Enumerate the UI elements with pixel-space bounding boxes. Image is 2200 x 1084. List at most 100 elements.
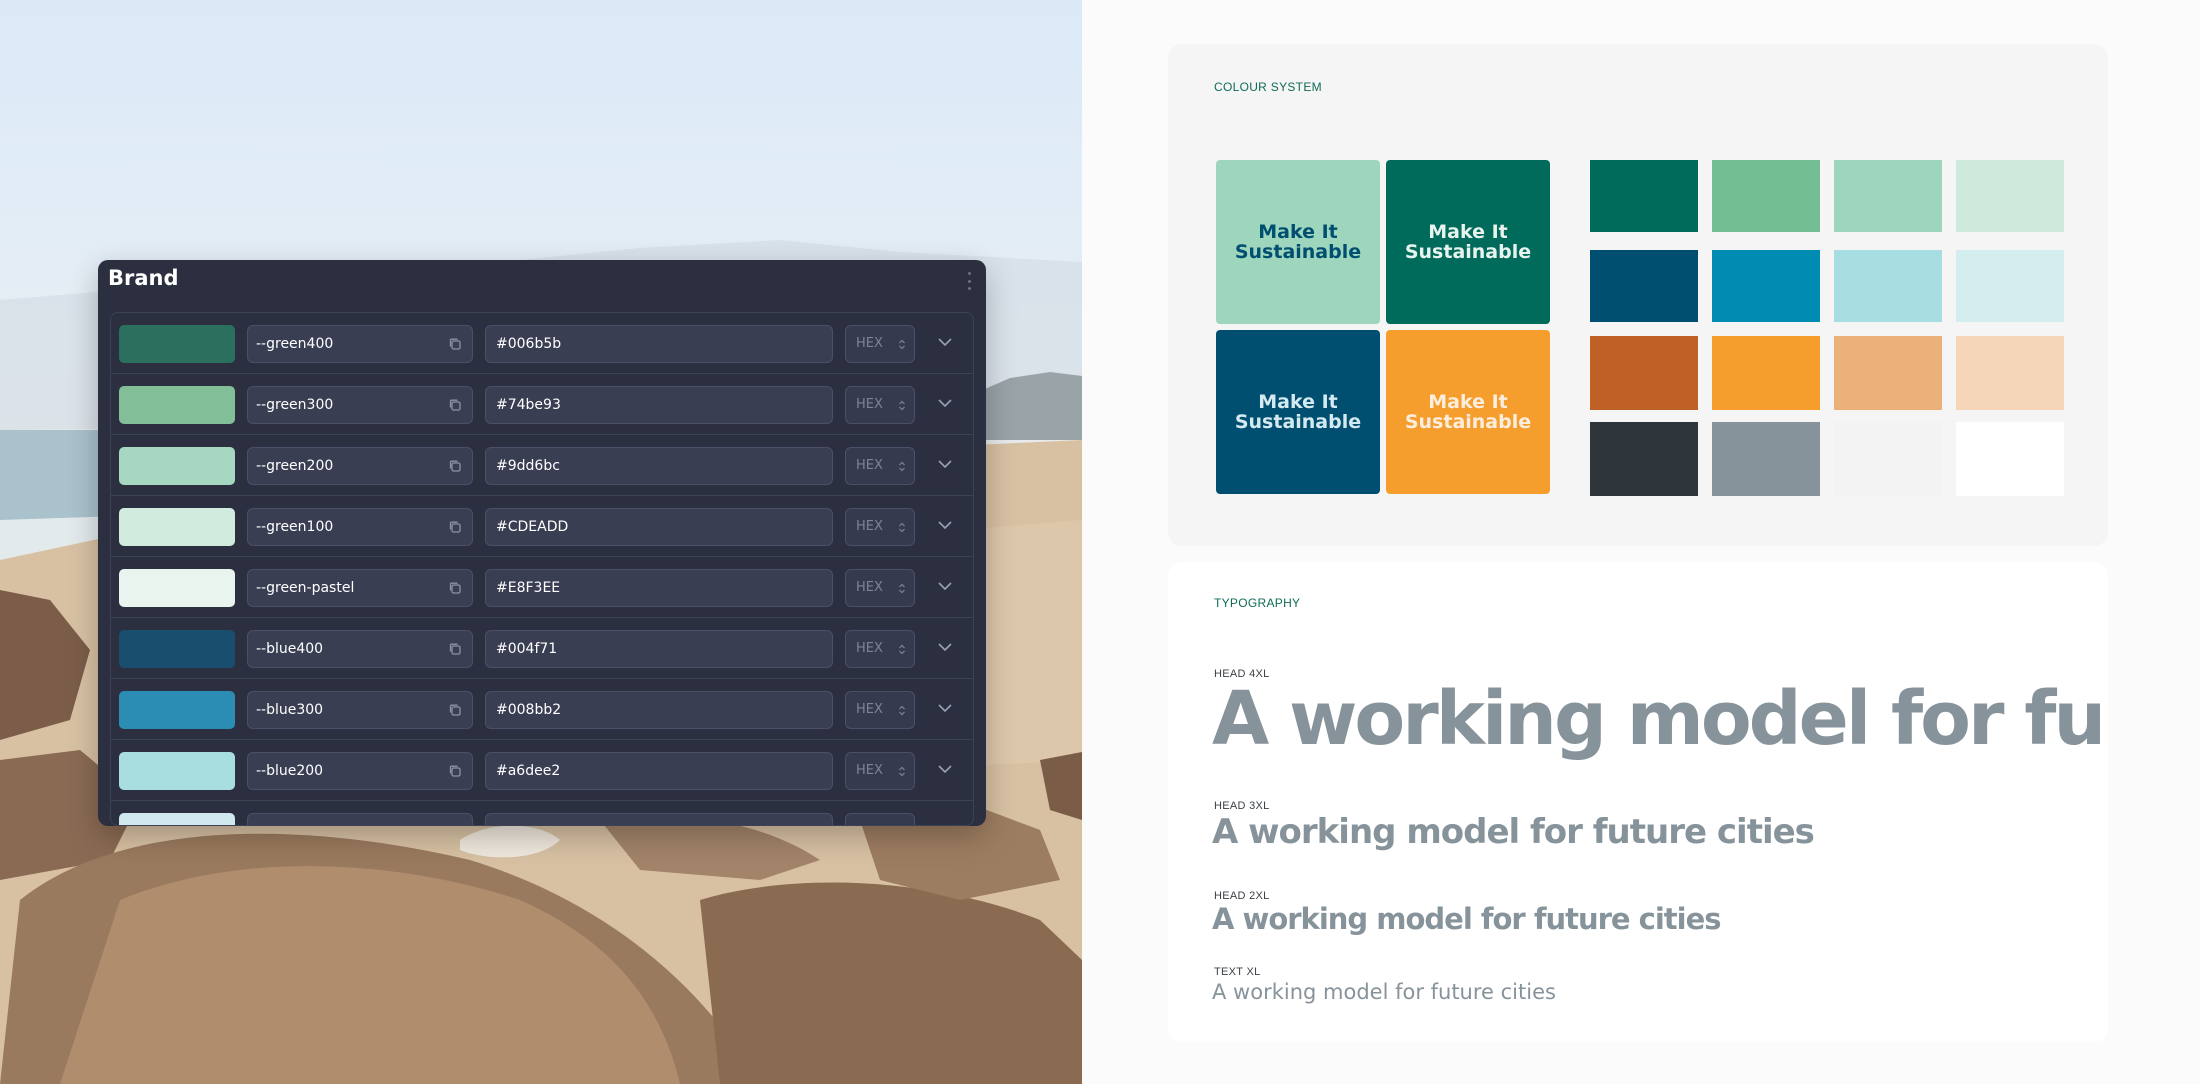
color-variable-row: --blue300 #008bb2 HEX [111, 679, 973, 740]
copy-icon[interactable] [448, 398, 462, 412]
palette-swatch [1712, 336, 1820, 410]
chevron-down-icon[interactable] [937, 520, 953, 530]
color-value-input[interactable]: #006b5b [485, 325, 833, 363]
chevron-down-icon[interactable] [937, 764, 953, 774]
updown-chevron-icon [899, 766, 905, 777]
type-sample-head-3xl: A working model for future cities [1212, 812, 1814, 852]
copy-icon[interactable] [448, 703, 462, 717]
color-value-text: #008bb2 [496, 702, 562, 718]
copy-icon[interactable] [448, 337, 462, 351]
color-value-input[interactable]: #9dd6bc [485, 447, 833, 485]
variable-name-input[interactable]: --green100 [247, 508, 473, 546]
variable-name-input[interactable]: --green300 [247, 386, 473, 424]
color-swatch[interactable] [119, 508, 235, 546]
variable-name-input[interactable]: --green-pastel [247, 569, 473, 607]
color-format-select[interactable]: HEX [845, 569, 915, 607]
color-variable-row: --green400 #006b5b HEX [111, 313, 973, 374]
variable-name-input[interactable]: --blue400 [247, 630, 473, 668]
copy-icon[interactable] [448, 642, 462, 656]
variable-name-input[interactable]: --blue200 [247, 752, 473, 790]
color-value-text: #004f71 [496, 641, 558, 657]
color-value-text: #CDEADD [496, 519, 569, 535]
color-format-select[interactable]: HEX [845, 386, 915, 424]
color-value-text: #74be93 [496, 397, 561, 413]
color-format-text: HEX [856, 458, 883, 473]
updown-chevron-icon [899, 583, 905, 594]
color-swatch[interactable] [119, 752, 235, 790]
colour-system-card: COLOUR SYSTEM Make It Sustainable Make It… [1168, 44, 2108, 546]
chevron-down-icon[interactable] [937, 581, 953, 591]
color-variable-row [111, 801, 973, 826]
palette-swatch [1834, 250, 1942, 322]
color-value-input[interactable]: #a6dee2 [485, 752, 833, 790]
color-swatch[interactable] [119, 630, 235, 668]
palette-swatch [1834, 336, 1942, 410]
chevron-down-icon[interactable] [937, 825, 953, 826]
updown-chevron-icon [899, 522, 905, 533]
type-style-name: HEAD 2XL [1214, 890, 1270, 902]
color-value-input[interactable] [485, 813, 833, 825]
palette-swatch [1590, 422, 1698, 496]
color-variable-row: --green-pastel #E8F3EE HEX [111, 557, 973, 618]
variable-name-text: --green400 [256, 336, 334, 352]
chevron-down-icon[interactable] [937, 398, 953, 408]
color-format-select[interactable]: HEX [845, 752, 915, 790]
color-format-text: HEX [856, 763, 883, 778]
color-format-text: HEX [856, 580, 883, 595]
color-variable-row: --blue200 #a6dee2 HEX [111, 740, 973, 801]
variable-name-input[interactable] [247, 813, 473, 826]
color-value-input[interactable]: #008bb2 [485, 691, 833, 729]
contrast-tile: Make It Sustainable [1216, 330, 1380, 494]
typography-card: TYPOGRAPHY HEAD 4XL A working model for … [1168, 562, 2108, 1042]
color-value-input[interactable]: #E8F3EE [485, 569, 833, 607]
more-options-icon[interactable] [966, 272, 972, 290]
color-value-input[interactable]: #74be93 [485, 386, 833, 424]
chevron-down-icon[interactable] [937, 337, 953, 347]
color-format-text: HEX [856, 519, 883, 534]
section-label: COLOUR SYSTEM [1214, 80, 1322, 94]
variable-name-input[interactable]: --green200 [247, 447, 473, 485]
color-swatch[interactable] [119, 691, 235, 729]
copy-icon[interactable] [448, 459, 462, 473]
copy-icon[interactable] [448, 764, 462, 778]
color-format-select[interactable]: HEX [845, 630, 915, 668]
color-value-input[interactable]: #CDEADD [485, 508, 833, 546]
color-format-select[interactable]: HEX [845, 325, 915, 363]
palette-swatch [1834, 422, 1942, 496]
type-style-name: TEXT XL [1214, 966, 1261, 978]
updown-chevron-icon [899, 705, 905, 716]
contrast-tile: Make It Sustainable [1386, 330, 1550, 494]
variable-name-input[interactable]: --green400 [247, 325, 473, 363]
color-swatch[interactable] [119, 569, 235, 607]
color-swatch[interactable] [119, 447, 235, 485]
color-format-text: HEX [856, 336, 883, 351]
color-value-text: #006b5b [496, 336, 562, 352]
color-format-select[interactable] [845, 813, 915, 825]
updown-chevron-icon [899, 461, 905, 472]
copy-icon[interactable] [448, 520, 462, 534]
color-format-select[interactable]: HEX [845, 508, 915, 546]
color-format-text: HEX [856, 397, 883, 412]
copy-icon[interactable] [448, 825, 462, 826]
contrast-tile: Make It Sustainable [1386, 160, 1550, 324]
type-sample-head-4xl: A working model for future cities [1212, 676, 2102, 762]
color-value-text: #a6dee2 [496, 763, 561, 779]
variable-name-input[interactable]: --blue300 [247, 691, 473, 729]
color-swatch[interactable] [119, 325, 235, 363]
color-value-input[interactable]: #004f71 [485, 630, 833, 668]
chevron-down-icon[interactable] [937, 642, 953, 652]
contrast-tile: Make It Sustainable [1216, 160, 1380, 324]
chevron-down-icon[interactable] [937, 703, 953, 713]
color-format-text: HEX [856, 702, 883, 717]
color-format-select[interactable]: HEX [845, 691, 915, 729]
color-swatch[interactable] [119, 386, 235, 424]
color-format-select[interactable]: HEX [845, 447, 915, 485]
color-variable-row: --green100 #CDEADD HEX [111, 496, 973, 557]
palette-swatch [1956, 160, 2064, 232]
palette-swatch [1590, 250, 1698, 322]
palette-swatch [1712, 160, 1820, 232]
copy-icon[interactable] [448, 581, 462, 595]
chevron-down-icon[interactable] [937, 459, 953, 469]
color-swatch[interactable] [119, 813, 235, 825]
color-variable-list: --green400 #006b5b HEX --green300 #74be93 HEX… [110, 312, 974, 826]
